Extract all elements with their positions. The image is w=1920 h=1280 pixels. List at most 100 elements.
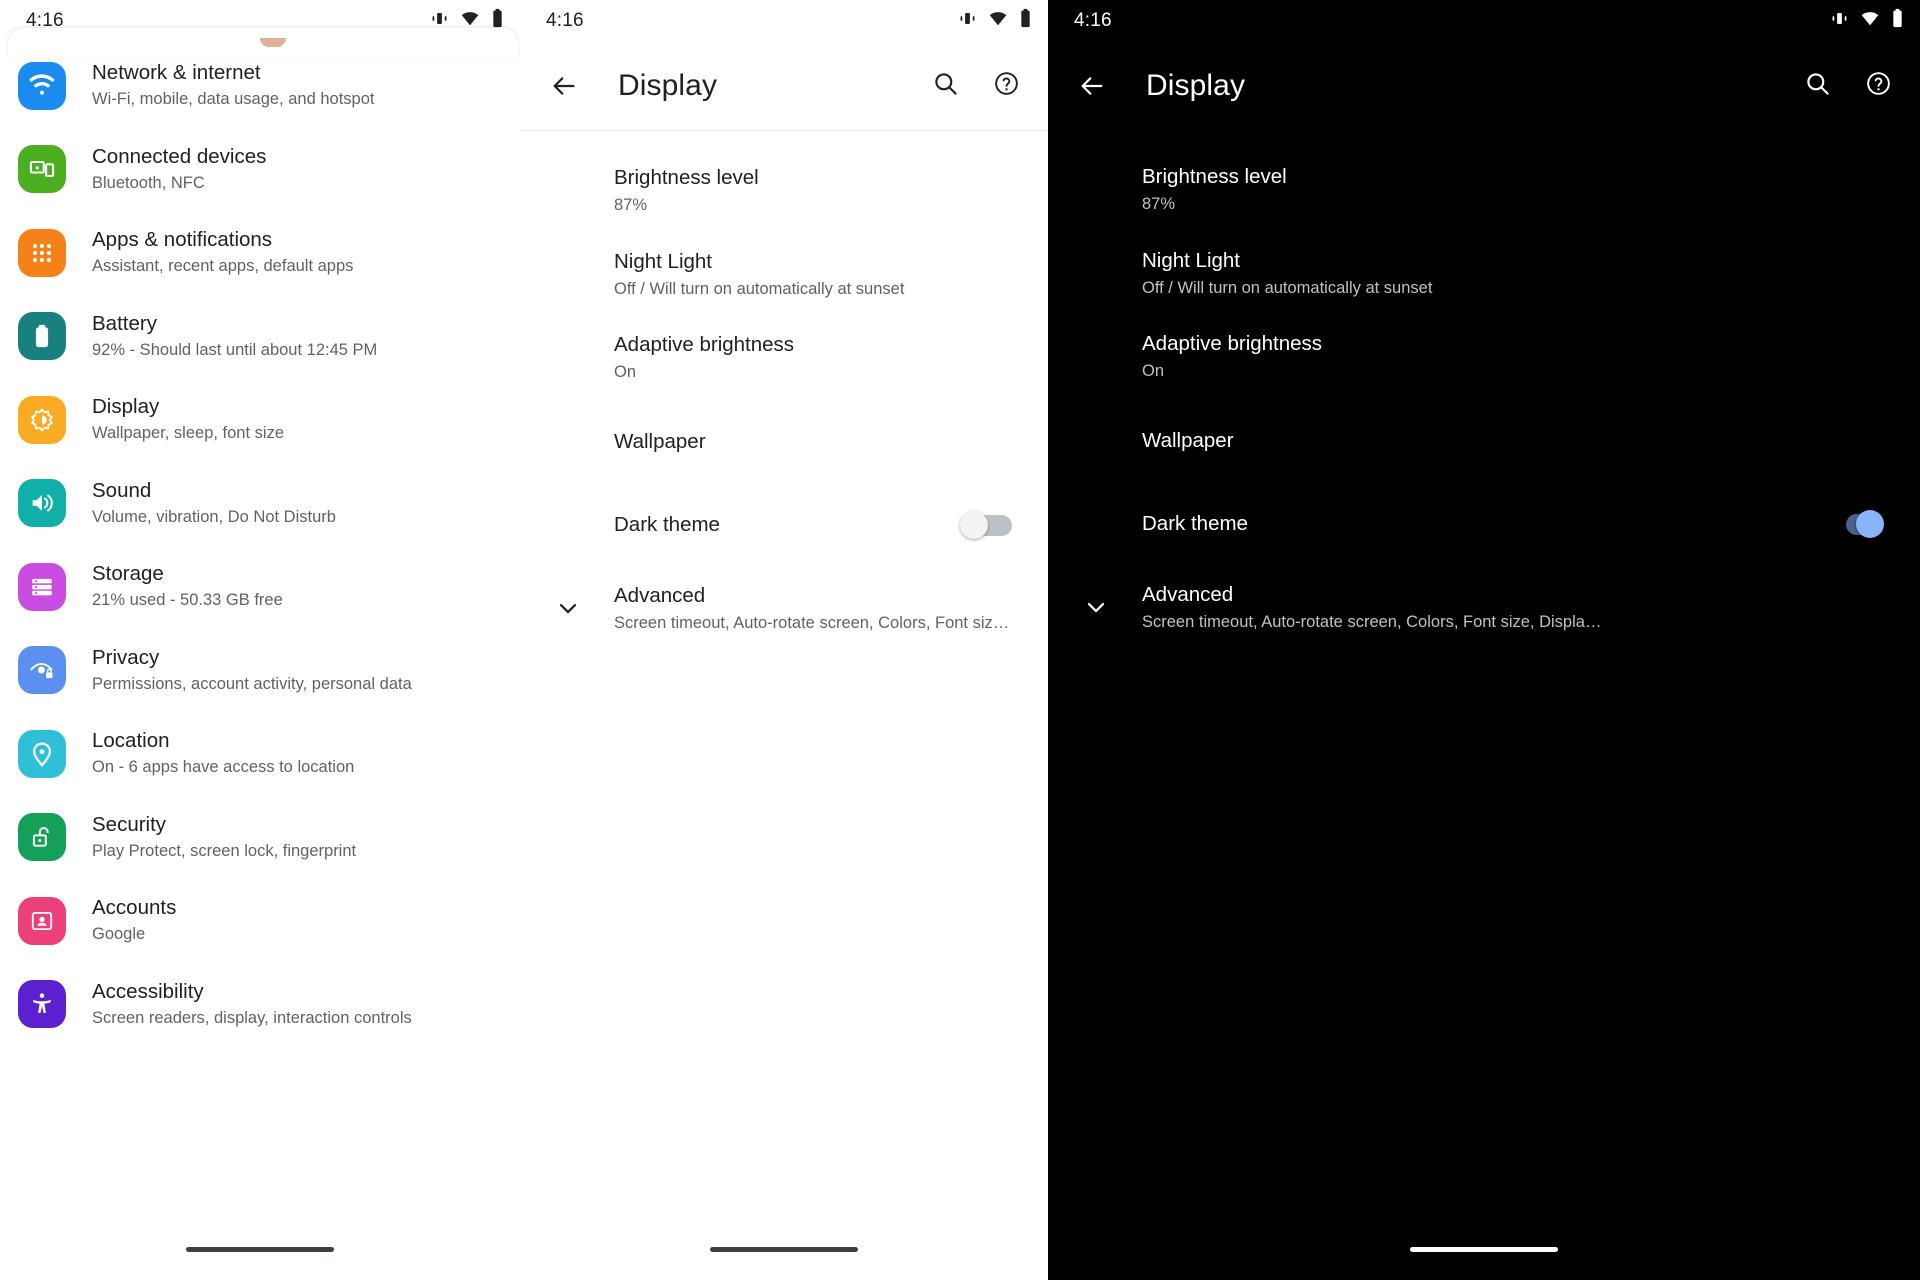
pref-row-dark-theme[interactable]: Dark theme [1048,482,1920,566]
sidebar-item-title: Accessibility [92,979,204,1003]
page-title: Display [1146,69,1246,102]
pref-row-wallpaper[interactable]: Wallpaper [1048,399,1920,483]
sidebar-item-text: Connected devices Bluetooth, NFC [92,144,266,195]
sidebar-item-subtitle: Play Protect, screen lock, fingerprint [92,841,357,860]
navigation-pill[interactable] [186,1247,334,1252]
sidebar-item-display[interactable]: Display Wallpaper, sleep, font size [0,378,520,462]
sidebar-item-title: Privacy [92,645,160,669]
apps-grid-icon [18,228,66,277]
pref-title: Dark theme [614,513,720,537]
sidebar-item-text: Security Play Protect, screen lock, fing… [92,812,356,863]
battery-icon [1019,8,1032,34]
pref-row-advanced[interactable]: Advanced Screen timeout, Auto-rotate scr… [1048,566,1920,650]
pref-title: Dark theme [1142,512,1248,536]
sidebar-item-title: Accounts [92,896,177,920]
sidebar-item-title: Network & internet [92,61,261,85]
status-bar: 4:16 [1048,0,1920,42]
battery-icon [18,312,66,361]
sidebar-item-text: Display Wallpaper, sleep, font size [92,394,284,445]
display-preference-list: Brightness level 87% Night Light Off / W… [520,131,1048,650]
pref-text: Night Light Off / Will turn on automatic… [1142,247,1884,300]
sidebar-item-title: Display [92,395,160,419]
status-clock: 4:16 [1074,10,1112,31]
pref-row-advanced[interactable]: Advanced Screen timeout, Auto-rotate scr… [520,567,1048,651]
sidebar-item-accessibility[interactable]: Accessibility Screen readers, display, i… [0,963,520,1047]
status-bar: 4:16 [520,0,1048,42]
sidebar-item-text: Network & internet Wi-Fi, mobile, data u… [92,60,374,111]
dark-theme-toggle[interactable] [960,509,1012,541]
pref-row-adaptive-brightness[interactable]: Adaptive brightness On [1048,315,1920,399]
sidebar-item-title: Storage [92,562,164,586]
sidebar-item-subtitle: On - 6 apps have access to location [92,758,355,777]
search-icon[interactable] [932,70,959,102]
sidebar-item-storage[interactable]: Storage 21% used - 50.33 GB free [0,545,520,629]
dark-theme-toggle[interactable] [1832,508,1884,540]
pref-title: Night Light [1142,248,1241,272]
location-pin-icon [18,729,66,778]
sidebar-item-subtitle: Bluetooth, NFC [92,173,205,192]
sidebar-item-connected-devices[interactable]: Connected devices Bluetooth, NFC [0,128,520,212]
pref-text: Dark theme [1142,510,1812,537]
chevron-down-icon[interactable] [554,594,582,622]
pref-row-dark-theme[interactable]: Dark theme [520,483,1048,567]
eye-lock-icon [18,646,66,695]
sidebar-item-privacy[interactable]: Privacy Permissions, account activity, p… [0,629,520,713]
devices-icon [18,145,66,194]
settings-list-screen: 4:16 Network & internet Wi-Fi, mobile, d… [0,0,520,1280]
settings-item-list[interactable]: Network & internet Wi-Fi, mobile, data u… [0,44,520,1046]
arrow-back-icon[interactable] [550,72,600,100]
sidebar-item-title: Apps & notifications [92,228,273,252]
sidebar-item-subtitle: Permissions, account activity, personal … [92,674,412,693]
brightness-icon [18,395,66,444]
sidebar-item-apps-notifications[interactable]: Apps & notifications Assistant, recent a… [0,211,520,295]
sidebar-item-network[interactable]: Network & internet Wi-Fi, mobile, data u… [0,44,520,128]
pref-row-night-light[interactable]: Night Light Off / Will turn on automatic… [1048,232,1920,316]
display-settings-light-screen: 4:16 Display Brightness level 87% Night … [520,0,1048,1280]
wifi-icon [1860,9,1880,34]
sidebar-item-subtitle: Volume, vibration, Do Not Disturb [92,507,336,526]
status-icons [958,8,1032,34]
pref-title: Advanced [614,583,706,607]
help-circle-icon[interactable] [1865,70,1892,102]
toggle-knob [1856,509,1884,538]
battery-icon [1891,8,1904,34]
navigation-pill[interactable] [1410,1247,1558,1252]
sidebar-item-text: Accounts Google [92,895,176,946]
sidebar-item-accounts[interactable]: Accounts Google [0,879,520,963]
pref-row-brightness-level[interactable]: Brightness level 87% [1048,148,1920,232]
pref-title: Brightness level [614,166,759,190]
status-clock: 4:16 [546,10,584,31]
pref-subtitle: Off / Will turn on automatically at suns… [614,279,905,298]
pref-title: Advanced [1142,582,1234,606]
wifi-icon [988,9,1008,34]
sidebar-item-text: Battery 92% - Should last until about 12… [92,311,377,362]
pref-title: Wallpaper [1142,428,1234,452]
search-icon[interactable] [1804,70,1831,102]
sidebar-item-location[interactable]: Location On - 6 apps have access to loca… [0,712,520,796]
sidebar-item-text: Location On - 6 apps have access to loca… [92,728,354,779]
pref-row-wallpaper[interactable]: Wallpaper [520,400,1048,484]
chevron-down-icon[interactable] [1082,593,1110,621]
pref-text: Wallpaper [614,428,1012,455]
vibrate-icon [1830,9,1849,34]
pref-subtitle: On [1142,362,1165,381]
arrow-back-icon[interactable] [1078,72,1128,100]
pref-row-night-light[interactable]: Night Light Off / Will turn on automatic… [520,233,1048,317]
pref-row-adaptive-brightness[interactable]: Adaptive brightness On [520,316,1048,400]
sidebar-item-sound[interactable]: Sound Volume, vibration, Do Not Disturb [0,462,520,546]
sidebar-item-security[interactable]: Security Play Protect, screen lock, fing… [0,796,520,880]
pref-subtitle: 87% [614,196,648,215]
vibrate-icon [958,9,977,34]
app-bar: Display [1048,42,1920,130]
help-circle-icon[interactable] [993,70,1020,102]
pref-text: Advanced Screen timeout, Auto-rotate scr… [1142,581,1884,634]
pref-row-brightness-level[interactable]: Brightness level 87% [520,149,1048,233]
sidebar-item-subtitle: Google [92,925,146,944]
sidebar-item-battery[interactable]: Battery 92% - Should last until about 12… [0,295,520,379]
sidebar-item-title: Location [92,729,170,753]
pref-subtitle: Screen timeout, Auto-rotate screen, Colo… [1142,612,1602,631]
sidebar-item-text: Privacy Permissions, account activity, p… [92,645,412,696]
toggle-knob [960,510,988,539]
navigation-pill[interactable] [710,1247,858,1252]
wifi-icon [18,61,66,110]
